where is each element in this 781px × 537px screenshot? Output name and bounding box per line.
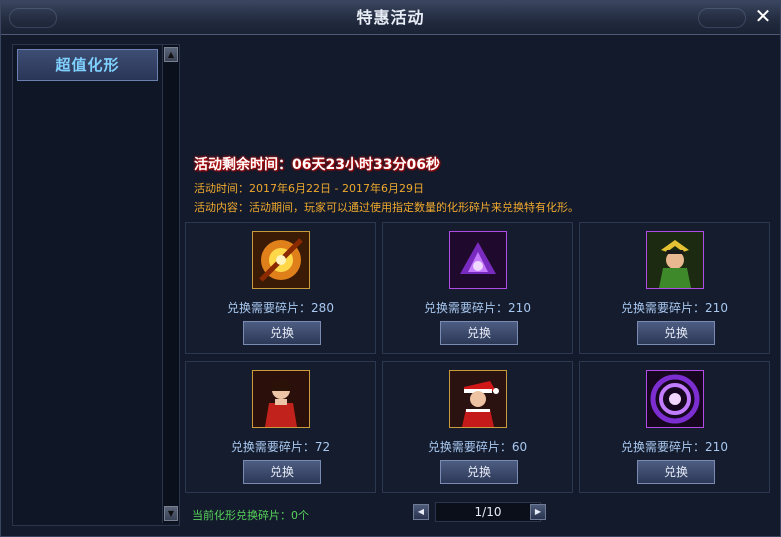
item-card: 兑换需要碎片：72 兑换 <box>185 361 376 493</box>
page-indicator: 1/10 <box>435 502 541 522</box>
current-fragments: 当前化形兑换碎片：0个 <box>192 509 309 522</box>
scroll-down-arrow-icon[interactable]: ▼ <box>164 506 178 521</box>
red-dress-girl-icon[interactable] <box>252 370 310 428</box>
exchange-button[interactable]: 兑换 <box>243 460 321 484</box>
required-fragments: 兑换需要碎片：280 <box>227 301 334 315</box>
flaming-wheel-icon[interactable] <box>252 231 310 289</box>
purple-vortex-icon[interactable] <box>646 370 704 428</box>
sidebar: 超值化形 ▲ ▼ <box>12 44 180 526</box>
required-fragments: 兑换需要碎片：210 <box>424 301 531 315</box>
exchange-button[interactable]: 兑换 <box>440 321 518 345</box>
purple-demon-icon[interactable] <box>449 231 507 289</box>
tab-value-transform[interactable]: 超值化形 <box>17 49 158 81</box>
item-card: 兑换需要碎片：210 兑换 <box>382 222 573 354</box>
exchange-button[interactable]: 兑换 <box>637 460 715 484</box>
exchange-button[interactable]: 兑换 <box>440 460 518 484</box>
item-card: 兑换需要碎片：210 兑换 <box>579 222 770 354</box>
countdown-timer: 活动剩余时间：06天23小时33分06秒 <box>194 157 440 173</box>
close-icon[interactable]: ✕ <box>752 5 774 27</box>
activity-window: 特惠活动 ✕ 超值化形 ▲ ▼ 活动剩余时间：06天23小时33分06秒 活动时… <box>0 0 781 537</box>
required-fragments: 兑换需要碎片：210 <box>621 301 728 315</box>
item-card: 兑换需要碎片：210 兑换 <box>579 361 770 493</box>
next-page-icon[interactable]: ▶ <box>530 504 546 520</box>
required-fragments: 兑换需要碎片：60 <box>427 440 528 454</box>
item-card: 兑换需要碎片：280 兑换 <box>185 222 376 354</box>
activity-time: 活动时间：2017年6月22日 - 2017年6月29日 <box>194 182 424 195</box>
window-title: 特惠活动 <box>356 8 425 27</box>
prev-page-icon[interactable]: ◀ <box>413 504 429 520</box>
required-fragments: 兑换需要碎片：72 <box>230 440 331 454</box>
christmas-girl-icon[interactable] <box>449 370 507 428</box>
exchange-button[interactable]: 兑换 <box>243 321 321 345</box>
required-fragments: 兑换需要碎片：210 <box>621 440 728 454</box>
exchange-button[interactable]: 兑换 <box>637 321 715 345</box>
sidebar-scrollbar[interactable]: ▲ ▼ <box>162 45 179 523</box>
golden-warrior-icon[interactable] <box>646 231 704 289</box>
title-bar: 特惠活动 ✕ <box>1 1 780 35</box>
main-content: 活动剩余时间：06天23小时33分06秒 活动时间：2017年6月22日 - 2… <box>184 44 774 524</box>
item-card: 兑换需要碎片：60 兑换 <box>382 361 573 493</box>
activity-description: 活动内容：活动期间，玩家可以通过使用指定数量的化形碎片来兑换特有化形。 <box>194 201 579 214</box>
scroll-up-arrow-icon[interactable]: ▲ <box>164 47 178 62</box>
